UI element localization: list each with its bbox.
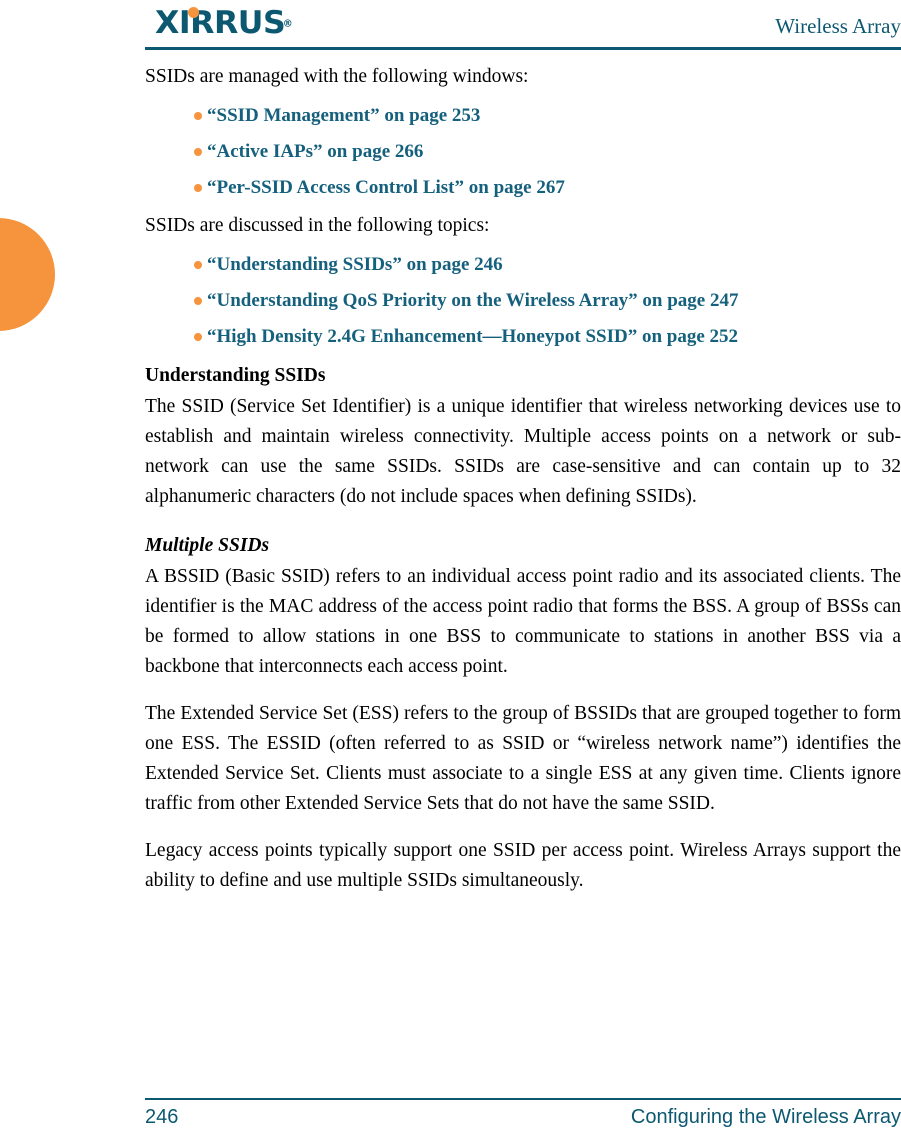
cross-reference-link[interactable]: “Understanding SSIDs” on page 246 <box>207 254 503 275</box>
header-divider <box>145 47 901 50</box>
intro-windows-text: SSIDs are managed with the following win… <box>145 66 529 87</box>
bullet-icon <box>194 333 202 341</box>
document-page: XIRRUS® Wireless Array SSIDs are managed… <box>0 0 901 1137</box>
list-item[interactable]: “Understanding SSIDs” on page 246 <box>145 252 901 278</box>
subsection-heading-multiple-ssids: Multiple SSIDs <box>145 535 270 556</box>
header-product-title: Wireless Array <box>775 14 901 38</box>
bullet-icon <box>194 148 202 156</box>
list-item[interactable]: “Understanding QoS Priority on the Wirel… <box>145 288 901 314</box>
cross-reference-link[interactable]: “Per-SSID Access Control List” on page 2… <box>207 177 565 198</box>
bullet-icon <box>194 297 202 305</box>
paragraph-understanding-ssids: The SSID (Service Set Identifier) is a u… <box>145 396 901 507</box>
list-item[interactable]: “SSID Management” on page 253 <box>145 103 901 129</box>
list-item[interactable]: “Active IAPs” on page 266 <box>145 139 901 165</box>
list-item[interactable]: “Per-SSID Access Control List” on page 2… <box>145 175 901 201</box>
logo-wordmark: XIRRUS <box>155 5 286 41</box>
paragraph-legacy-access-points: Legacy access points typically support o… <box>145 840 901 891</box>
cross-reference-link[interactable]: “High Density 2.4G Enhancement—Honeypot … <box>207 326 738 347</box>
paragraph-extended-service-set: The Extended Service Set (ESS) refers to… <box>145 703 901 814</box>
page-footer: 246 Configuring the Wireless Array <box>145 1106 901 1136</box>
topics-link-list: “Understanding SSIDs” on page 246 “Under… <box>145 252 901 350</box>
paragraph-bssid: A BSSID (Basic SSID) refers to an indivi… <box>145 566 901 677</box>
cross-reference-link[interactable]: “Understanding QoS Priority on the Wirel… <box>207 290 739 311</box>
section-heading-understanding-ssids: Understanding SSIDs <box>145 365 326 386</box>
bullet-icon <box>194 184 202 192</box>
xirrus-logo: XIRRUS® <box>155 6 293 40</box>
page-header: XIRRUS® Wireless Array <box>145 0 901 52</box>
footer-divider <box>145 1098 901 1100</box>
cross-reference-link[interactable]: “Active IAPs” on page 266 <box>207 141 423 162</box>
footer-page-number: 246 <box>145 1106 179 1128</box>
chapter-thumb-tab <box>0 218 55 331</box>
windows-link-list: “SSID Management” on page 253 “Active IA… <box>145 103 901 201</box>
footer-chapter-title: Configuring the Wireless Array <box>630 1106 901 1128</box>
bullet-icon <box>194 261 202 269</box>
list-item[interactable]: “High Density 2.4G Enhancement—Honeypot … <box>145 324 901 350</box>
bullet-icon <box>194 112 202 120</box>
cross-reference-link[interactable]: “SSID Management” on page 253 <box>207 105 480 126</box>
page-content: SSIDs are managed with the following win… <box>145 62 901 913</box>
logo-dot-icon <box>188 7 199 18</box>
intro-topics-text: SSIDs are discussed in the following top… <box>145 215 490 236</box>
